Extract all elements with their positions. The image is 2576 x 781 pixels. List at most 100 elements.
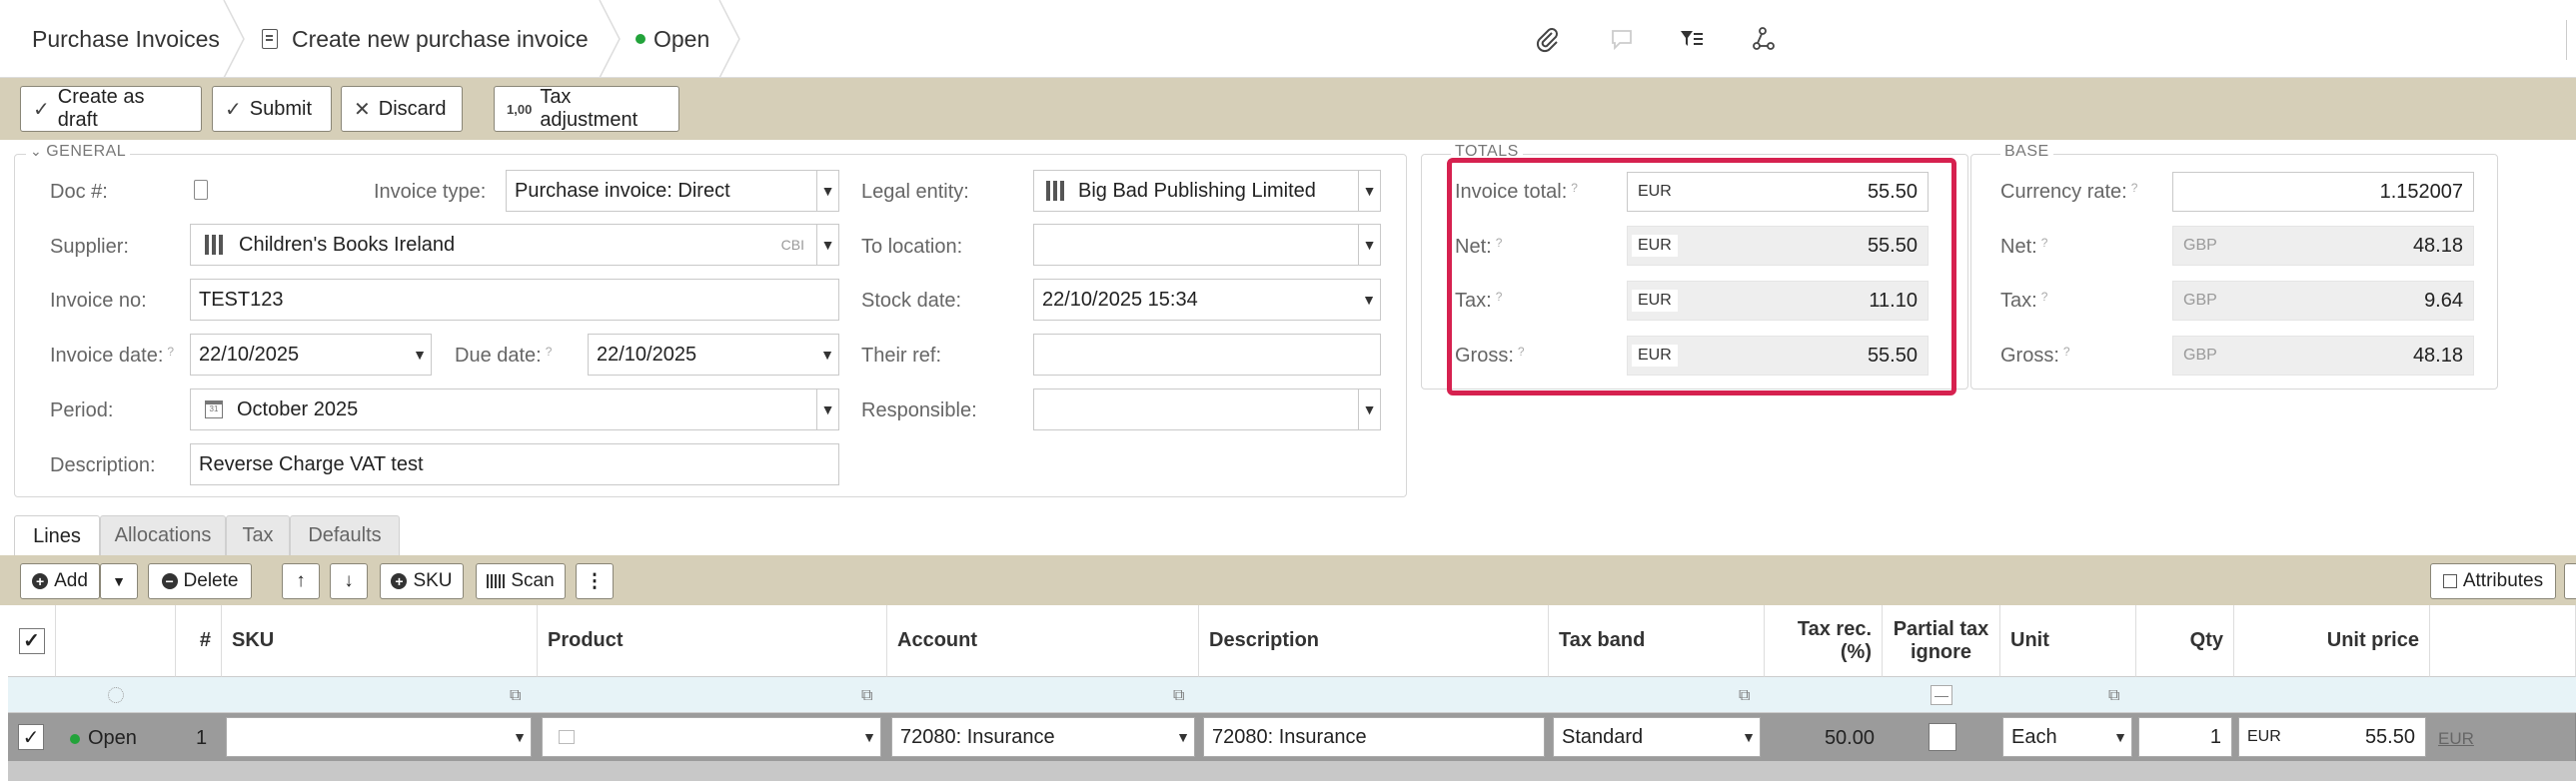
unit-cell[interactable]: Each ▼ [2002,717,2132,757]
row-select-checkbox[interactable]: ✓ [18,724,44,750]
stock-date-picker[interactable]: 22/10/2025 15:34 ▼ [1033,279,1381,321]
external-link-icon[interactable]: ⧉ [1739,687,1757,705]
due-date-picker[interactable]: 22/10/2025 ▼ [588,334,839,376]
unit-price-header[interactable]: Unit price [2234,605,2430,677]
dropdown-arrow-icon: ▼ [1738,718,1760,756]
add-dropdown-button[interactable]: ▼ [100,563,138,599]
period-select[interactable]: 31 October 2025 ▼ [190,389,839,430]
help-icon[interactable]: ? [546,345,553,359]
header-label: Account [897,629,977,651]
external-link-icon[interactable]: ⧉ [510,687,528,705]
product-header[interactable]: Product [538,605,887,677]
button-label: Add [54,570,88,591]
sku-header[interactable]: SKU [222,605,538,677]
input-value: Reverse Charge VAT test [199,452,424,475]
paperclip-icon[interactable] [1532,24,1562,54]
currency-link[interactable]: EUR [2438,729,2474,749]
unit-header[interactable]: Unit [2000,605,2136,677]
tax-band-cell[interactable]: Standard ▼ [1553,717,1761,757]
their-ref-input[interactable] [1033,334,1381,376]
dropdown-arrow-icon: ▼ [816,390,838,429]
qty-header[interactable]: Qty [2136,605,2234,677]
partial-tax-ignore-header[interactable]: Partial tax ignore [1883,605,2000,677]
dropdown-arrow-icon: ▼ [1172,718,1194,756]
partial-tax-filter[interactable]: — [1931,685,1952,705]
button-label: Delete [183,570,239,591]
tax-rec-header[interactable]: Tax rec. (%) [1765,605,1883,677]
amount-value: 48.18 [2412,344,2463,367]
document-icon[interactable] [194,180,208,200]
description-header[interactable]: Description [1199,605,1549,677]
select-all-header[interactable]: ✓ [8,605,56,677]
move-up-button[interactable]: ↑ [282,563,320,599]
tax-adjustment-button[interactable]: 1,00 Tax adjustment [494,86,679,132]
description-cell[interactable]: 72080: Insurance [1203,717,1545,757]
sku-cell[interactable]: ▼ [226,717,532,757]
label-text: Due date: [455,345,542,367]
create-as-draft-button[interactable]: ✓ Create as draft [20,86,202,132]
tab-defaults[interactable]: Defaults [290,515,400,555]
help-icon[interactable]: ? [2131,181,2138,195]
status-dot [70,733,80,744]
invoice-type-select[interactable]: Purchase invoice: Direct ▼ [506,170,839,212]
panel-toggle-button[interactable] [2564,563,2576,599]
external-link-icon[interactable]: ⧉ [1173,687,1191,705]
scan-button[interactable]: Scan [476,563,566,599]
select-value: Purchase invoice: Direct [515,179,730,202]
invoice-no-input[interactable]: TEST123 [190,279,839,321]
select-value: October 2025 [237,397,359,420]
description-input[interactable]: Reverse Charge VAT test [190,443,839,485]
tax-band-header[interactable]: Tax band [1549,605,1765,677]
label-text: Invoice type: [374,181,487,203]
status-filter-icon[interactable] [108,687,124,703]
move-down-button[interactable]: ↓ [330,563,368,599]
legal-entity-select[interactable]: Big Bad Publishing Limited ▼ [1033,170,1381,212]
status-label: Open [88,727,137,749]
tab-allocations[interactable]: Allocations [100,515,226,555]
breadcrumb-purchase-invoices[interactable]: Purchase Invoices [32,0,220,78]
breadcrumb-separator [222,0,246,79]
cell-value: 72080: Insurance [1212,725,1367,748]
breadcrumb-create-invoice[interactable]: Create new purchase invoice [262,0,589,78]
comment-icon[interactable] [1607,24,1637,54]
general-legend[interactable]: ⌄ GENERAL [26,143,131,161]
doc-number-label: Doc #: [50,181,108,203]
to-location-select[interactable]: ▼ [1033,224,1381,266]
discard-button[interactable]: ✕ Discard [341,86,463,132]
attributes-button[interactable]: Attributes [2430,563,2556,599]
currency-rate-input[interactable]: 1.152007 [2172,172,2474,212]
add-button[interactable]: + Add [20,563,100,599]
select-all-checkbox[interactable]: ✓ [18,627,45,654]
supplier-code: CBI [780,237,804,253]
invoice-date-picker[interactable]: 22/10/2025 ▼ [190,334,432,376]
qty-cell[interactable]: 1 [2138,717,2232,757]
row-number-header[interactable]: # [176,605,222,677]
share-icon[interactable] [1749,24,1779,54]
external-link-icon[interactable]: ⧉ [2108,687,2126,705]
table-row-partial [8,761,2576,781]
help-icon[interactable]: ? [167,345,174,359]
external-link-icon[interactable]: ⧉ [861,687,879,705]
plus-circle-icon: + [391,573,408,589]
dropdown-arrow-icon: ▼ [858,718,880,756]
delete-button[interactable]: − Delete [148,563,252,599]
responsible-select[interactable]: ▼ [1033,389,1381,430]
tab-tax[interactable]: Tax [226,515,290,555]
dropdown-arrow-icon: ▼ [816,335,838,375]
more-options-button[interactable]: ⋮ [576,563,614,599]
account-cell[interactable]: 72080: Insurance ▼ [891,717,1195,757]
partial-tax-checkbox[interactable] [1929,723,1956,751]
account-header[interactable]: Account [887,605,1199,677]
header-label: Qty [2189,629,2223,651]
help-icon[interactable]: ? [2063,345,2070,359]
help-icon[interactable]: ? [2041,290,2048,304]
product-cell[interactable]: ▼ [542,717,881,757]
submit-button[interactable]: ✓ Submit [212,86,332,132]
filter-list-icon[interactable] [1677,24,1707,54]
supplier-select[interactable]: Children's Books Ireland CBI ▼ [190,224,839,266]
add-sku-button[interactable]: + SKU [380,563,464,599]
header-label: # [199,629,211,651]
help-icon[interactable]: ? [2041,236,2048,250]
unit-price-cell[interactable]: EUR 55.50 [2238,717,2426,757]
tab-lines[interactable]: Lines [14,515,100,557]
